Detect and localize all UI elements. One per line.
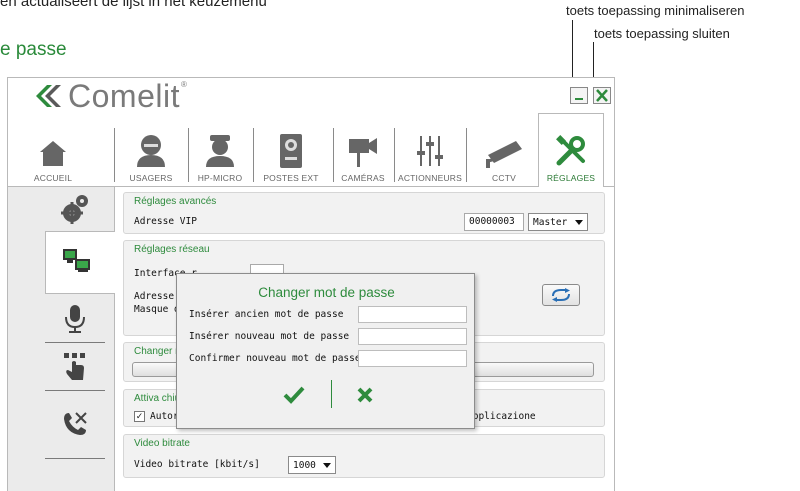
nav-divider-line bbox=[8, 186, 614, 187]
main-nav: ACCUEIL USAGERS HP-MICRO POSTES EXT CAMÉ… bbox=[8, 113, 614, 187]
group-title: Video bitrate bbox=[134, 438, 190, 449]
nav-label: CAMÉRAS bbox=[341, 173, 385, 183]
nav-tab-actuators[interactable]: ACTIONNEURS bbox=[396, 114, 464, 187]
close-icon bbox=[596, 89, 608, 102]
refresh-button[interactable] bbox=[542, 284, 580, 306]
dialog-divider bbox=[331, 380, 332, 408]
nav-tab-home[interactable]: ACCUEIL bbox=[30, 114, 76, 187]
nav-tab-settings[interactable]: RÉGLAGES bbox=[538, 113, 604, 187]
chevron-down-icon bbox=[575, 219, 583, 225]
change-password-dialog: Changer mot de passe Insérer ancien mot … bbox=[176, 273, 475, 429]
role-select[interactable]: Master bbox=[528, 213, 588, 231]
role-select-value: Master bbox=[533, 216, 568, 228]
nav-label: RÉGLAGES bbox=[546, 173, 596, 183]
sidebar-item-advanced[interactable] bbox=[45, 193, 105, 227]
camera-icon bbox=[349, 138, 377, 167]
sidebar-divider bbox=[45, 458, 105, 459]
concierge-icon bbox=[206, 135, 234, 167]
confirm-password-label: Confirmer nouveau mot de passe bbox=[189, 353, 361, 364]
nav-divider bbox=[394, 128, 395, 182]
door-station-icon bbox=[280, 134, 302, 168]
nav-label: POSTES EXT bbox=[263, 173, 319, 183]
minimize-button[interactable] bbox=[570, 87, 588, 104]
phone-settings-icon bbox=[64, 412, 87, 435]
advanced-settings-group: Réglages avancés Adresse VIP 00000003 Ma… bbox=[123, 192, 605, 234]
new-password-field[interactable] bbox=[358, 328, 467, 345]
new-password-label: Insérer nouveau mot de passe bbox=[189, 331, 350, 342]
comelit-logo: Comelit ® bbox=[34, 78, 187, 114]
nav-label: USAGERS bbox=[129, 173, 173, 183]
app-window: Comelit ® ACCUEIL USAGERS HP-MICRO POSTE bbox=[7, 77, 615, 491]
nav-divider bbox=[253, 128, 254, 182]
chevron-down-icon bbox=[323, 462, 331, 468]
sidebar-item-audio[interactable] bbox=[45, 304, 105, 336]
nav-label: ACCUEIL bbox=[33, 173, 73, 183]
video-bitrate-group: Video bitrate Video bitrate [kbit/s] 100… bbox=[123, 434, 605, 478]
checkmark-icon bbox=[283, 386, 305, 404]
confirm-password-field[interactable] bbox=[358, 350, 467, 367]
logo-registered-mark: ® bbox=[180, 79, 187, 89]
minimize-icon bbox=[575, 98, 583, 100]
title-bar: Comelit ® bbox=[8, 78, 614, 114]
sidebar-item-network[interactable] bbox=[45, 231, 115, 294]
nav-tab-door-stations[interactable]: POSTES EXT bbox=[256, 114, 326, 187]
sliders-icon bbox=[417, 136, 443, 166]
vip-address-label: Adresse VIP bbox=[134, 216, 197, 227]
nav-divider bbox=[114, 128, 115, 182]
gears-icon bbox=[61, 195, 88, 224]
nav-tab-hp-micro[interactable]: HP-MICRO bbox=[192, 114, 248, 187]
close-button[interactable] bbox=[593, 87, 611, 104]
user-icon bbox=[137, 135, 165, 167]
logo-text: Comelit bbox=[68, 78, 180, 114]
nav-tab-cctv[interactable]: CCTV bbox=[476, 114, 532, 187]
nav-label: CCTV bbox=[492, 173, 516, 183]
sidebar-item-touch[interactable] bbox=[45, 352, 105, 384]
video-bitrate-select[interactable]: 1000 bbox=[288, 456, 336, 474]
dialog-title: Changer mot de passe bbox=[258, 285, 395, 300]
document-text-line: en actualiseert de lijst in het keuzemen… bbox=[0, 0, 267, 10]
microphone-icon bbox=[65, 305, 85, 333]
tools-icon bbox=[556, 135, 585, 166]
sidebar-divider bbox=[45, 390, 105, 391]
old-password-label: Insérer ancien mot de passe bbox=[189, 309, 344, 320]
refresh-icon bbox=[552, 288, 570, 302]
nav-divider bbox=[466, 128, 467, 182]
video-bitrate-value: 1000 bbox=[293, 459, 316, 471]
cross-icon bbox=[357, 387, 373, 403]
nav-divider bbox=[188, 128, 189, 182]
annotation-minimize: toets toepassing minimaliseren bbox=[566, 3, 745, 18]
touch-panel-icon bbox=[64, 353, 85, 380]
nav-tab-users[interactable]: USAGERS bbox=[125, 114, 177, 187]
sidebar-divider bbox=[45, 342, 105, 343]
group-title: Réglages réseau bbox=[134, 244, 210, 255]
logo-chevrons-icon bbox=[36, 85, 61, 107]
annotation-close: toets toepassing sluiten bbox=[594, 26, 730, 41]
home-icon bbox=[40, 141, 66, 166]
settings-sidebar bbox=[8, 187, 115, 491]
vip-address-field[interactable]: 00000003 bbox=[464, 213, 524, 231]
allow-close-checkbox[interactable]: ✓ bbox=[134, 411, 145, 422]
nav-label: HP-MICRO bbox=[197, 173, 243, 183]
confirm-button[interactable] bbox=[281, 384, 307, 406]
nav-divider bbox=[333, 128, 334, 182]
application-label: applicazione bbox=[467, 411, 536, 422]
document-heading: e passe bbox=[0, 39, 67, 60]
cancel-button[interactable] bbox=[353, 384, 377, 406]
network-icon bbox=[63, 249, 90, 272]
nav-tab-cameras[interactable]: CAMÉRAS bbox=[338, 114, 388, 187]
video-bitrate-label: Video bitrate [kbit/s] bbox=[134, 459, 260, 470]
nav-label: ACTIONNEURS bbox=[397, 173, 463, 183]
cctv-icon bbox=[486, 141, 522, 168]
group-title: Réglages avancés bbox=[134, 196, 217, 207]
sidebar-item-phone[interactable] bbox=[45, 409, 105, 441]
old-password-field[interactable] bbox=[358, 306, 467, 323]
group-title: Attiva chiu bbox=[134, 393, 181, 404]
